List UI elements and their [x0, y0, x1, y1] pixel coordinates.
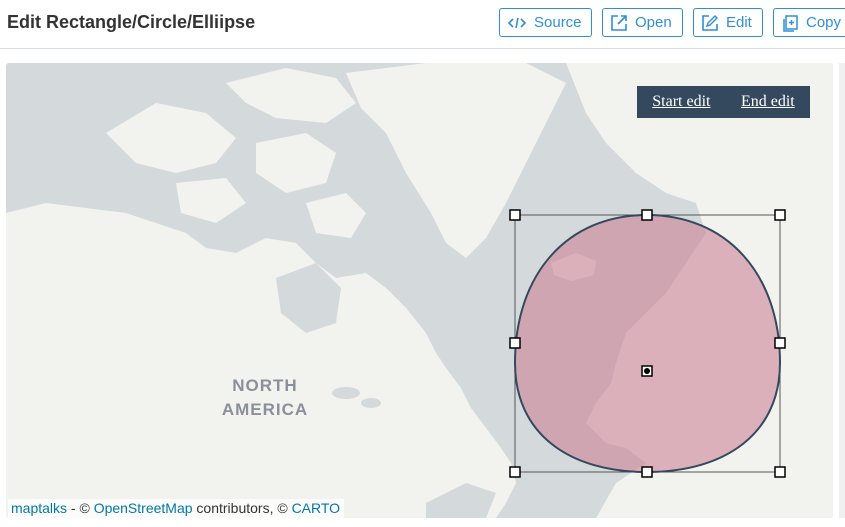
open-button[interactable]: Open	[602, 8, 683, 37]
ellipse-shape[interactable]	[513, 213, 782, 474]
code-icon	[507, 17, 527, 28]
source-button[interactable]: Source	[499, 8, 592, 37]
scrollbar-track[interactable]	[839, 63, 845, 518]
handle-bottom-left[interactable]	[509, 466, 521, 478]
handle-top-right[interactable]	[774, 209, 786, 221]
open-button-label: Open	[635, 14, 672, 31]
handle-bottom-right[interactable]	[774, 466, 786, 478]
end-edit-link[interactable]: End edit	[741, 93, 795, 111]
map-view[interactable]: NORTH AMERICA Start edit End edit maptal…	[6, 63, 833, 518]
page-title: Edit Rectangle/Circle/Elliipse	[7, 12, 256, 32]
edit-button[interactable]: Edit	[693, 8, 763, 37]
copy-button-label: Copy	[806, 14, 842, 31]
start-edit-link[interactable]: Start edit	[652, 93, 710, 111]
handle-right[interactable]	[774, 337, 786, 349]
edit-icon	[702, 14, 718, 31]
page-header: Edit Rectangle/Circle/Elliipse Source Op…	[0, 0, 845, 49]
openstreetmap-link[interactable]: OpenStreetMap	[94, 500, 193, 516]
copy-icon	[783, 14, 798, 32]
attribution-sep1: - ©	[67, 500, 94, 516]
ellipse-overlay	[509, 209, 786, 478]
edit-toolbar: Start edit End edit	[637, 86, 810, 118]
attribution-sep2: contributors, ©	[192, 500, 292, 516]
handle-bottom[interactable]	[641, 466, 653, 478]
handle-left[interactable]	[509, 337, 521, 349]
carto-link[interactable]: CARTO	[292, 500, 341, 516]
copy-button[interactable]: Copy	[773, 8, 845, 37]
maptalks-link[interactable]: maptalks	[11, 500, 67, 516]
handle-top-left[interactable]	[509, 209, 521, 221]
source-button-label: Source	[534, 14, 582, 31]
handle-top[interactable]	[641, 209, 653, 221]
edit-button-label: Edit	[726, 14, 752, 31]
map-attribution: maptalks - © OpenStreetMap contributors,…	[8, 499, 345, 518]
center-dot	[644, 368, 650, 374]
external-link-icon	[611, 14, 627, 31]
toolbar: Source Open Edit Copy	[499, 8, 845, 37]
